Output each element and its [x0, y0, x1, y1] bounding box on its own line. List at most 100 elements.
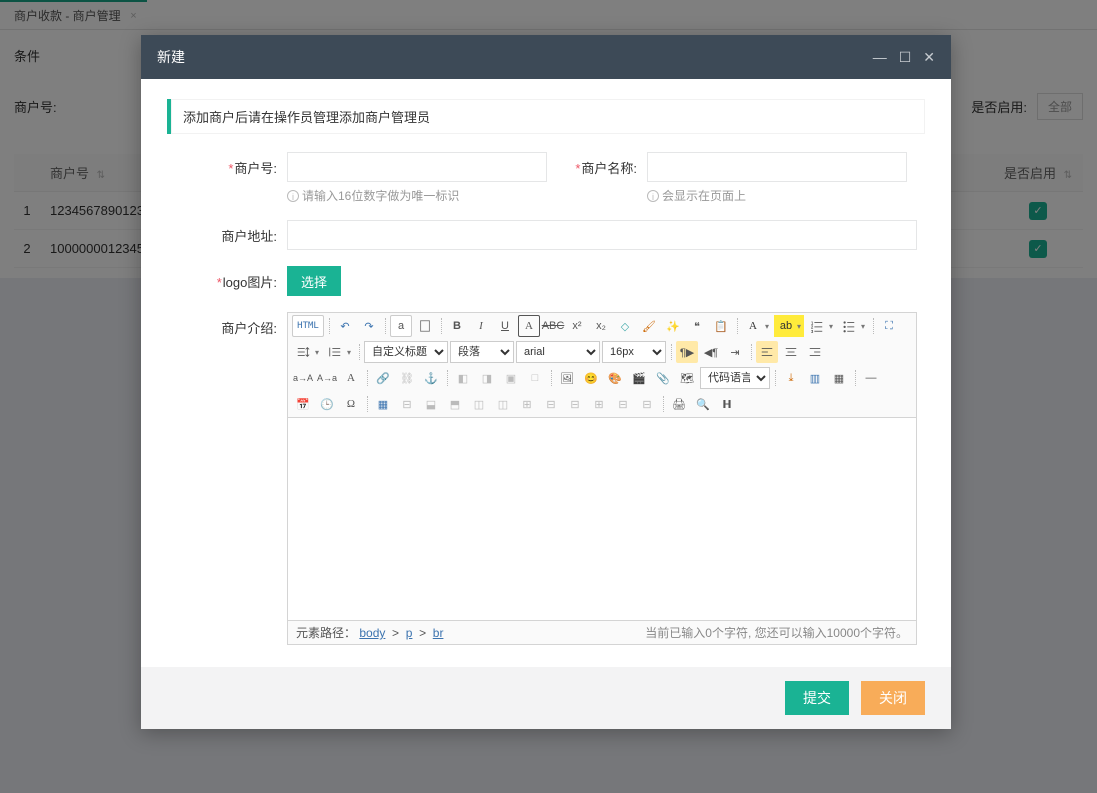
dialog-footer: 提交 关闭	[141, 667, 951, 729]
maximize-icon[interactable]: ☐	[899, 49, 912, 66]
label-merchant-no: 商户号:	[234, 161, 277, 176]
close-button[interactable]: 关闭	[861, 681, 925, 715]
submit-button[interactable]: 提交	[785, 681, 849, 715]
img-center-icon[interactable]: ▣	[500, 367, 522, 389]
minimize-icon[interactable]: —	[873, 49, 887, 65]
italic-icon[interactable]: I	[470, 315, 492, 337]
label-logo: logo图片:	[223, 275, 277, 290]
code-lang-select[interactable]: 代码语言	[700, 367, 770, 389]
insert-col-icon[interactable]: ◫	[468, 393, 490, 415]
insert-row-icon[interactable]: ⬓	[420, 393, 442, 415]
hint-merchant-name: 会显示在页面上	[662, 187, 746, 204]
spechars-icon[interactable]: Ω	[340, 393, 362, 415]
anchor-icon[interactable]: a	[390, 315, 412, 337]
bold-icon[interactable]: B	[446, 315, 468, 337]
split-rows-icon[interactable]: ⊟	[612, 393, 634, 415]
paste-plain-icon[interactable]: 📋	[710, 315, 732, 337]
subscript-icon[interactable]: x₂	[590, 315, 612, 337]
indent-icon[interactable]: ⇥	[724, 341, 746, 363]
close-icon[interactable]: ✕	[923, 49, 935, 66]
char-count: 当前已输入0个字符, 您还可以输入10000个字符。	[645, 624, 908, 641]
split-cols-icon[interactable]: ⊟	[636, 393, 658, 415]
dialog-title: 新建	[157, 47, 873, 67]
img-none-icon[interactable]: □	[524, 367, 546, 389]
backcolor-dropdown[interactable]: ab	[774, 315, 804, 337]
info-icon: i	[647, 190, 659, 202]
paragraph-select[interactable]: 段落	[450, 341, 514, 363]
print-icon[interactable]: 🖨	[668, 393, 690, 415]
insert-image-icon[interactable]: 🖼	[556, 367, 578, 389]
label-address: 商户地址:	[221, 229, 277, 244]
date-icon[interactable]: 📅	[292, 393, 314, 415]
doc-icon[interactable]	[414, 315, 436, 337]
pagebreak-icon[interactable]: ⤓	[780, 367, 802, 389]
tip-banner: 添加商户后请在操作员管理添加商户管理员	[167, 99, 925, 134]
img-left-icon[interactable]: ◧	[452, 367, 474, 389]
rtl-icon[interactable]: ◀¶	[700, 341, 722, 363]
format-match-icon[interactable]: 🖌	[638, 315, 660, 337]
split-cells-icon[interactable]: ⊞	[588, 393, 610, 415]
strike-icon[interactable]: ABC	[542, 315, 564, 337]
superscript-icon[interactable]: x²	[566, 315, 588, 337]
row-spacing-dropdown[interactable]	[292, 341, 322, 363]
dialog-new: 新建 — ☐ ✕ 添加商户后请在操作员管理添加商户管理员 *商户号: i请输入1…	[141, 35, 951, 729]
delete-col-icon[interactable]: ◫	[492, 393, 514, 415]
fullscreen-icon[interactable]: ⛶	[878, 315, 900, 337]
merge-right-icon[interactable]: ⊟	[540, 393, 562, 415]
hint-merchant-no: 请输入16位数字做为唯一标识	[302, 187, 459, 204]
choose-file-button[interactable]: 选择	[287, 266, 341, 296]
hr-icon[interactable]: —	[860, 367, 882, 389]
eraser-icon[interactable]: ◇	[614, 315, 636, 337]
path-p[interactable]: p	[406, 626, 413, 640]
align-left-icon[interactable]	[756, 341, 778, 363]
tolowercase-icon[interactable]: A→a	[316, 367, 338, 389]
video-icon[interactable]: 🎬	[628, 367, 650, 389]
blockquote-icon[interactable]: ❝	[686, 315, 708, 337]
search-replace-icon[interactable]: 𝗛	[716, 393, 738, 415]
scrawl-icon[interactable]: 🎨	[604, 367, 626, 389]
rich-text-editor: HTML ↶ ↷ a B I U A ABC	[287, 312, 917, 645]
font-style-icon[interactable]: A	[340, 367, 362, 389]
auto-typeset-icon[interactable]: ✨	[662, 315, 684, 337]
merchant-name-input[interactable]	[647, 152, 907, 182]
preview-icon[interactable]: 🔍	[692, 393, 714, 415]
source-html-button[interactable]: HTML	[292, 315, 324, 337]
delete-row-icon[interactable]: ⬒	[444, 393, 466, 415]
attachment-icon[interactable]: 📎	[652, 367, 674, 389]
forecolor-dropdown[interactable]: A	[742, 315, 772, 337]
touppercase-icon[interactable]: a→A	[292, 367, 314, 389]
ordered-list-dropdown[interactable]: 123	[806, 315, 836, 337]
time-icon[interactable]: 🕒	[316, 393, 338, 415]
custom-style-select[interactable]: 自定义标题	[364, 341, 448, 363]
align-center-icon[interactable]	[780, 341, 802, 363]
img-right-icon[interactable]: ◨	[476, 367, 498, 389]
font-family-select[interactable]: arial	[516, 341, 600, 363]
delete-table-icon[interactable]: ⊟	[396, 393, 418, 415]
line-height-dropdown[interactable]	[324, 341, 354, 363]
unordered-list-dropdown[interactable]	[838, 315, 868, 337]
merge-cells-icon[interactable]: ⊞	[516, 393, 538, 415]
editor-content[interactable]	[288, 418, 916, 620]
font-border-icon[interactable]: A	[518, 315, 540, 337]
background-icon[interactable]: ▦	[828, 367, 850, 389]
template-icon[interactable]: ▥	[804, 367, 826, 389]
underline-icon[interactable]: U	[494, 315, 516, 337]
align-right-icon[interactable]	[804, 341, 826, 363]
svg-text:3: 3	[811, 329, 814, 333]
path-body[interactable]: body	[359, 626, 385, 640]
address-input[interactable]	[287, 220, 917, 250]
insert-table-icon[interactable]: ▦	[372, 393, 394, 415]
unlink-icon[interactable]: ⛓	[396, 367, 418, 389]
emotion-icon[interactable]: 😊	[580, 367, 602, 389]
link-icon[interactable]: 🔗	[372, 367, 394, 389]
dialog-header[interactable]: 新建 — ☐ ✕	[141, 35, 951, 79]
map-icon[interactable]: 🗺	[676, 367, 698, 389]
merge-down-icon[interactable]: ⊟	[564, 393, 586, 415]
font-size-select[interactable]: 16px	[602, 341, 666, 363]
anchor2-icon[interactable]: ⚓	[420, 367, 442, 389]
undo-icon[interactable]: ↶	[334, 315, 356, 337]
path-br[interactable]: br	[433, 626, 444, 640]
merchant-no-input[interactable]	[287, 152, 547, 182]
ltr-icon[interactable]: ¶▶	[676, 341, 698, 363]
redo-icon[interactable]: ↷	[358, 315, 380, 337]
